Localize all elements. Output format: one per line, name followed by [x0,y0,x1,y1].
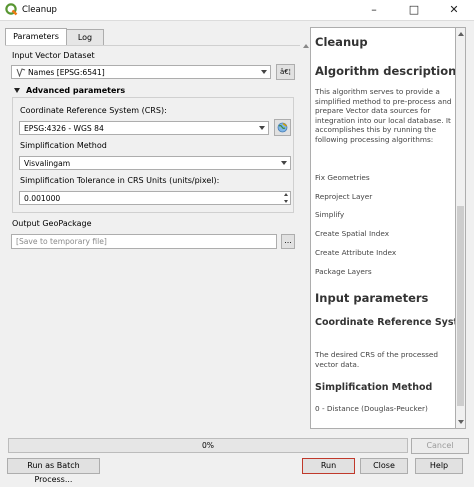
help-crs-text: The desired CRS of the processed vector … [315,350,439,369]
help-step: Reproject Layer [315,192,373,201]
scroll-thumb[interactable] [457,206,464,406]
input-dataset-label: Input Vector Dataset [12,51,95,60]
crs-selector-button[interactable] [274,119,291,136]
chevron-down-icon [259,126,265,130]
progress-label: 0% [201,441,215,450]
help-scrollbar[interactable] [456,27,466,429]
help-panel: Cleanup Algorithm description This algor… [310,27,456,429]
crs-value: EPSG:4326 - WGS 84 [24,124,104,133]
advanced-toggle[interactable]: Advanced parameters [12,86,212,96]
help-input-heading: Input parameters [315,291,429,305]
crs-label: Coordinate Reference System (CRS): [20,106,167,115]
iterate-button[interactable]: â€¦ [276,64,295,80]
tolerance-value: 0.001000 [24,194,61,203]
tab-parameters[interactable]: Parameters [5,28,67,46]
minimize-icon[interactable]: – [354,0,394,20]
tolerance-label: Simplification Tolerance in CRS Units (u… [20,176,220,185]
help-step: Simplify [315,210,345,219]
globe-icon [277,122,288,133]
spin-up-icon[interactable] [284,193,288,196]
browse-button[interactable]: ... [281,234,295,249]
advanced-parameters-label: Advanced parameters [26,86,126,95]
help-title: Cleanup [315,35,368,49]
window-title: Cleanup [22,5,57,15]
spin-down-icon[interactable] [284,200,288,203]
simplification-method-value: Visvalingam [24,159,71,168]
scroll-down-icon[interactable] [458,420,464,424]
help-crs-heading: Coordinate Reference System (CRS): [315,317,455,328]
help-button[interactable]: Help [415,458,463,474]
title-bar: Cleanup – □ ✕ [0,0,474,21]
chevron-down-icon [281,161,287,165]
crs-select[interactable]: EPSG:4326 - WGS 84 [19,121,269,135]
input-dataset-select[interactable]: Names [EPSG:6541] [11,65,271,79]
output-path-input[interactable]: [Save to temporary file] [11,234,277,249]
cancel-button[interactable]: Cancel [411,438,469,454]
maximize-icon[interactable]: □ [394,0,434,20]
scroll-up-icon[interactable] [458,32,464,36]
output-label: Output GeoPackage [12,219,92,228]
close-button[interactable]: Close [360,458,408,474]
tolerance-input[interactable]: 0.001000 [19,191,291,205]
help-simplification-text: 0 - Distance (Douglas-Peucker) [315,404,428,413]
splitter-up-icon[interactable] [303,44,309,48]
batch-process-button[interactable]: Run as Batch Process... [7,458,100,484]
help-description-text: This algorithm serves to provide a simpl… [315,87,452,144]
close-window-icon[interactable]: ✕ [434,0,474,20]
chevron-down-icon [261,70,267,74]
tab-log[interactable]: Log [66,29,104,46]
help-step: Create Attribute Index [315,248,397,257]
help-step: Create Spatial Index [315,229,390,238]
qgis-logo-icon [5,3,18,16]
run-button[interactable]: Run [302,458,355,474]
help-simplification-heading: Simplification Method [315,382,433,393]
output-placeholder: [Save to temporary file] [16,237,107,246]
input-dataset-value: Names [EPSG:6541] [28,68,105,77]
simplification-method-select[interactable]: Visvalingam [19,156,291,170]
progress-bar: 0% [8,438,408,453]
simplification-method-label: Simplification Method [20,141,107,150]
caret-down-icon [14,88,20,93]
help-step: Fix Geometries [315,173,370,182]
help-step: Package Layers [315,267,372,276]
help-description-heading: Algorithm description [315,64,456,78]
line-layer-icon [16,68,26,77]
